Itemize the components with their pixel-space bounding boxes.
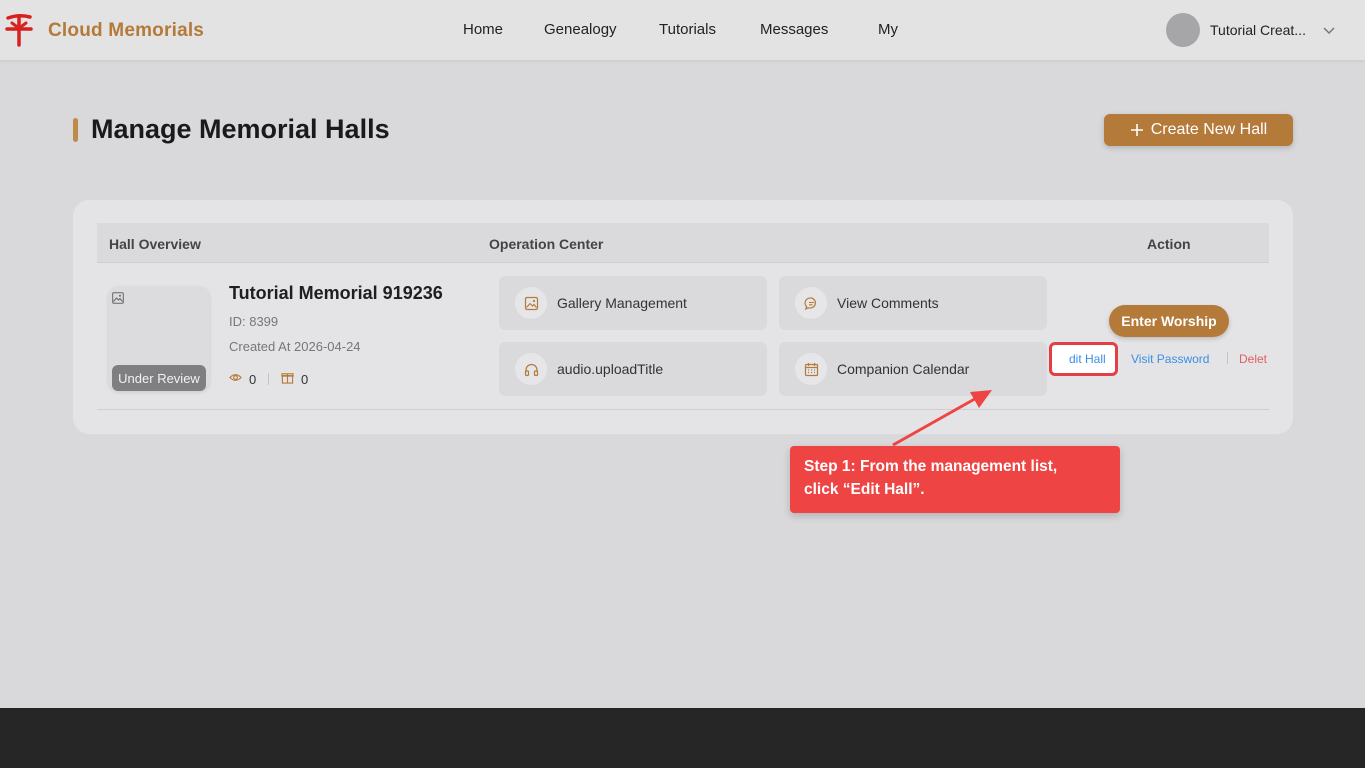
nav-home[interactable]: Home	[463, 21, 503, 38]
column-operation-center: Operation Center	[489, 236, 604, 252]
image-placeholder-icon	[112, 292, 124, 304]
gallery-management-button[interactable]: Gallery Management	[499, 276, 767, 330]
create-new-hall-label: Create New Hall	[1150, 121, 1268, 138]
hall-id: ID: 8399	[229, 314, 279, 329]
plus-icon	[1130, 124, 1143, 136]
edit-hall-link[interactable]: dit Hall	[1069, 352, 1106, 366]
views-count: 0	[249, 372, 257, 387]
callout-line-1: Step 1: From the management list,	[804, 458, 1058, 475]
top-header: Cloud Memorials Home Genealogy Tutorials…	[0, 0, 1365, 60]
view-comments-label: View Comments	[837, 295, 939, 311]
chat-icon	[804, 296, 816, 310]
audio-upload-label: audio.uploadTitle	[557, 361, 664, 377]
hall-name: Tutorial Memorial 919236	[229, 283, 443, 303]
nav-genealogy[interactable]: Genealogy	[544, 21, 617, 38]
audio-upload-button[interactable]: audio.uploadTitle	[499, 342, 767, 396]
op-icon-circle	[795, 353, 827, 385]
row-divider	[97, 409, 1269, 410]
title-accent-bar	[73, 118, 78, 142]
op-icon-circle	[515, 287, 547, 319]
eye-icon	[229, 374, 242, 381]
column-hall-overview: Hall Overview	[109, 236, 201, 252]
image-icon	[524, 296, 538, 310]
nav-my[interactable]: My	[878, 21, 898, 38]
op-icon-circle	[795, 287, 827, 319]
page-title: Manage Memorial Halls	[91, 114, 390, 144]
gallery-management-label: Gallery Management	[557, 295, 687, 311]
chevron-down-icon[interactable]	[1322, 23, 1336, 37]
step-callout: Step 1: From the management list, click …	[790, 446, 1120, 513]
create-new-hall-button[interactable]: Create New Hall	[1104, 114, 1293, 146]
avatar[interactable]	[1166, 13, 1200, 47]
gift-icon	[281, 373, 294, 384]
companion-calendar-button[interactable]: Companion Calendar	[779, 342, 1047, 396]
brand-name[interactable]: Cloud Memorials	[48, 20, 204, 42]
hall-created-date: Created At 2026-04-24	[229, 339, 361, 354]
enter-worship-button[interactable]: Enter Worship	[1109, 305, 1229, 337]
status-badge: Under Review	[112, 365, 206, 391]
visit-password-link[interactable]: Visit Password	[1131, 352, 1209, 366]
brand-logo-icon[interactable]	[4, 13, 34, 47]
page-footer	[0, 708, 1365, 768]
delete-link[interactable]: Delet	[1239, 352, 1269, 366]
gifts-count: 0	[301, 372, 309, 387]
user-name[interactable]: Tutorial Creat...	[1210, 22, 1310, 38]
calendar-icon	[804, 362, 818, 376]
table-header	[97, 223, 1269, 263]
companion-calendar-label: Companion Calendar	[837, 361, 970, 377]
nav-tutorials[interactable]: Tutorials	[659, 21, 716, 38]
stats-divider	[268, 373, 269, 385]
callout-line-2: click “Edit Hall”.	[804, 481, 925, 498]
headphones-icon	[524, 363, 538, 376]
nav-messages[interactable]: Messages	[760, 21, 828, 38]
column-action: Action	[1147, 236, 1191, 252]
view-comments-button[interactable]: View Comments	[779, 276, 1047, 330]
action-divider	[1227, 352, 1228, 364]
op-icon-circle	[515, 353, 547, 385]
